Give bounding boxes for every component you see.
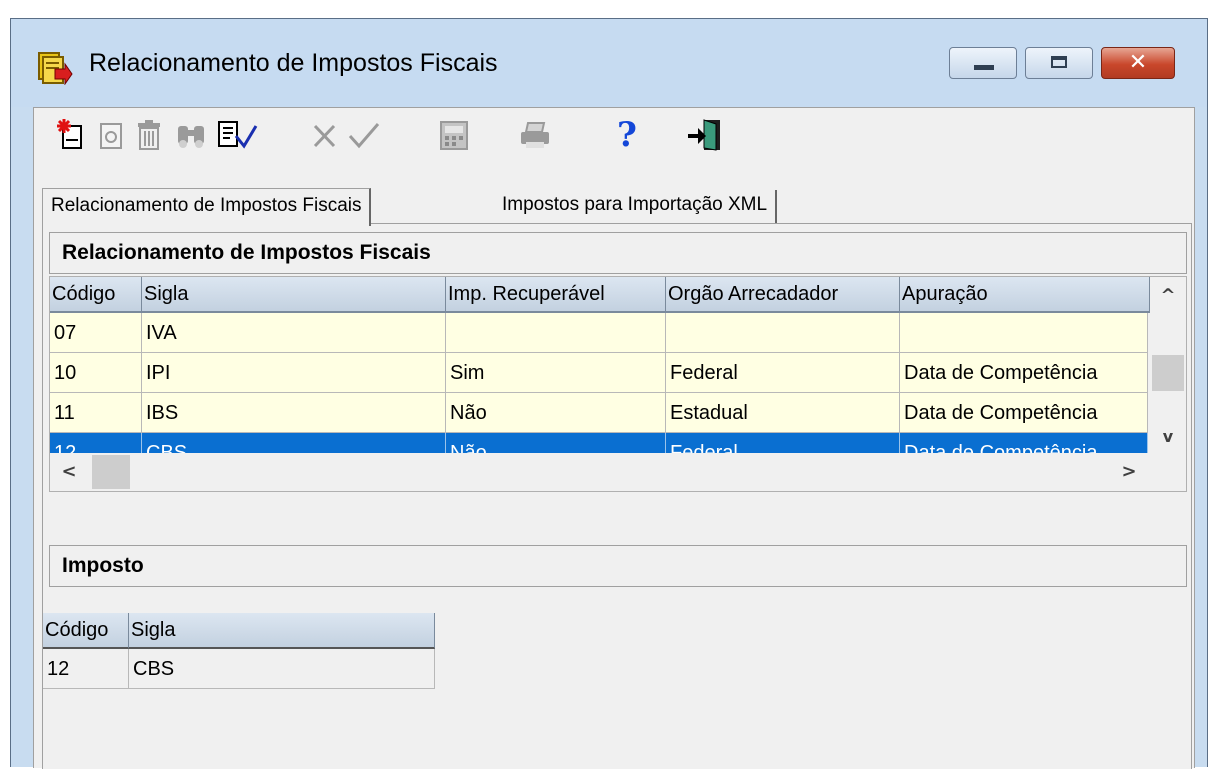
- cell-sigla: IPI: [142, 353, 446, 393]
- scroll-up-arrow-icon[interactable]: ^: [1153, 285, 1183, 306]
- cell-codigo: 11: [50, 393, 142, 433]
- cell-imp-recuperavel: [446, 313, 666, 353]
- cell-orgao-arrecadador: Estadual: [666, 393, 900, 433]
- toolbar: ?: [34, 108, 1194, 160]
- minimize-icon: [974, 65, 994, 70]
- minimize-button[interactable]: [949, 47, 1017, 79]
- scroll-right-arrow-icon[interactable]: >: [1114, 461, 1144, 482]
- col-header-codigo[interactable]: Código: [50, 277, 142, 313]
- vertical-scroll-thumb[interactable]: [1152, 355, 1184, 391]
- table-row[interactable]: 07 IVA: [50, 313, 1148, 353]
- search-icon[interactable]: [174, 118, 210, 152]
- scroll-left-arrow-icon[interactable]: <: [54, 461, 84, 482]
- col-header-sigla[interactable]: Sigla: [129, 613, 435, 649]
- cell-orgao-arrecadador: Federal: [666, 353, 900, 393]
- cell-sigla: IVA: [142, 313, 446, 353]
- cell-codigo: 07: [50, 313, 142, 353]
- cancel-icon[interactable]: [310, 118, 340, 152]
- relacionamento-grid[interactable]: Código Sigla Imp. Recuperável Orgão Arre…: [49, 276, 1187, 492]
- tab-bar: Relacionamento de Impostos Fiscais Impos…: [34, 160, 1194, 226]
- col-header-imp-recuperavel[interactable]: Imp. Recuperável: [446, 277, 666, 313]
- calculator-icon[interactable]: [438, 118, 470, 152]
- col-header-sigla[interactable]: Sigla: [142, 277, 446, 313]
- print-icon[interactable]: [518, 118, 552, 152]
- cell-codigo: 10: [50, 353, 142, 393]
- col-header-apuracao[interactable]: Apuração: [900, 277, 1150, 313]
- col-header-orgao-arrecadador[interactable]: Orgão Arrecadador: [666, 277, 900, 313]
- title-bar[interactable]: Relacionamento de Impostos Fiscais ✕: [11, 19, 1207, 107]
- scroll-down-arrow-icon[interactable]: v: [1153, 427, 1183, 446]
- app-icon: [38, 52, 73, 85]
- tab-panel: Relacionamento de Impostos Fiscais Códig…: [42, 223, 1192, 769]
- help-icon[interactable]: ?: [612, 118, 642, 152]
- cell-apuracao: [900, 313, 1148, 353]
- client-area: ? Relacionamento de Impostos Fiscais Imp…: [33, 107, 1195, 769]
- horizontal-scroll-thumb[interactable]: [92, 455, 130, 489]
- maximize-icon: [1051, 56, 1067, 68]
- window-title: Relacionamento de Impostos Fiscais: [89, 49, 498, 77]
- main-window: Relacionamento de Impostos Fiscais ✕ ? R…: [10, 18, 1208, 769]
- cell-sigla: CBS: [129, 649, 435, 689]
- tab-importacao-xml[interactable]: Impostos para Importação XML: [494, 190, 778, 223]
- cell-sigla: IBS: [142, 393, 446, 433]
- cell-orgao-arrecadador: [666, 313, 900, 353]
- new-icon[interactable]: [56, 118, 90, 152]
- relacionamento-header: Relacionamento de Impostos Fiscais: [49, 232, 1187, 274]
- confirm-icon[interactable]: [346, 118, 382, 152]
- horizontal-scrollbar[interactable]: < >: [50, 453, 1186, 491]
- edit-icon[interactable]: [98, 118, 124, 152]
- col-header-codigo[interactable]: Código: [43, 613, 129, 649]
- close-icon: ✕: [1128, 50, 1148, 75]
- table-row[interactable]: 11 IBS Não Estadual Data de Competência: [50, 393, 1148, 433]
- delete-icon[interactable]: [134, 118, 164, 152]
- checklist-icon[interactable]: [216, 118, 258, 152]
- maximize-button[interactable]: [1025, 47, 1093, 79]
- cell-codigo: 12: [43, 649, 129, 689]
- cell-apuracao: Data de Competência: [900, 393, 1148, 433]
- cell-apuracao: Data de Competência: [900, 353, 1148, 393]
- exit-icon[interactable]: [686, 118, 726, 152]
- imposto-header: Imposto: [49, 545, 1187, 587]
- cell-imp-recuperavel: Não: [446, 393, 666, 433]
- close-button[interactable]: ✕: [1101, 47, 1175, 79]
- cell-imp-recuperavel: Sim: [446, 353, 666, 393]
- table-row[interactable]: 10 IPI Sim Federal Data de Competência: [50, 353, 1148, 393]
- tab-relacionamento[interactable]: Relacionamento de Impostos Fiscais: [42, 188, 372, 226]
- vertical-scrollbar[interactable]: ^ v: [1150, 277, 1186, 453]
